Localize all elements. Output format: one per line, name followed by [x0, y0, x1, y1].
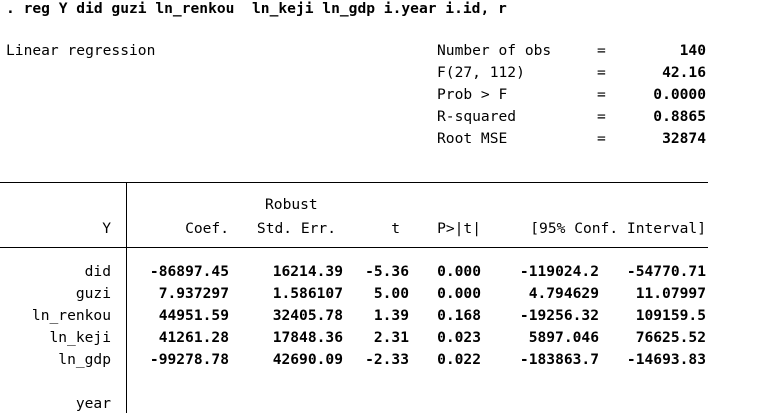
header-rule [0, 247, 708, 248]
se-cell: 42690.09 [272, 351, 343, 368]
stat-equals: = [597, 130, 606, 147]
ci-low-cell: -183863.7 [519, 351, 599, 368]
stat-label: Prob > F [437, 86, 508, 103]
coef-cell: 41261.28 [158, 329, 229, 346]
var-name: ln_renkou [31, 307, 111, 324]
coef-cell: 7.937297 [158, 285, 229, 302]
table-divider [126, 182, 127, 413]
command-line: . reg Y did guzi ln_renkou ln_keji ln_gd… [6, 0, 507, 17]
se-header: Std. Err. [256, 220, 336, 237]
var-name: guzi [75, 285, 111, 302]
stat-value: 140 [679, 42, 706, 59]
coef-cell: -99278.78 [149, 351, 229, 368]
stat-value: 0.0000 [653, 86, 706, 103]
ci-high-cell: 76625.52 [635, 329, 706, 346]
se-cell: 1.586107 [272, 285, 343, 302]
ci-low-cell: -19256.32 [519, 307, 599, 324]
depvar-header: Y [102, 220, 111, 237]
se-cell: 32405.78 [272, 307, 343, 324]
p-header: P>|t| [437, 220, 481, 237]
t-cell: 5.00 [373, 285, 409, 302]
stat-value: 0.8865 [653, 108, 706, 125]
stat-equals: = [597, 108, 606, 125]
stat-equals: = [597, 86, 606, 103]
ci-header: [95% Conf. Interval] [530, 220, 706, 237]
ci-low-cell: -119024.2 [519, 263, 599, 280]
ci-high-cell: 11.07997 [635, 285, 706, 302]
ci-high-cell: 109159.5 [635, 307, 706, 324]
p-cell: 0.000 [437, 263, 481, 280]
se-cell: 16214.39 [272, 263, 343, 280]
stat-label: R-squared [437, 108, 517, 125]
p-cell: 0.022 [437, 351, 481, 368]
var-name: ln_keji [49, 329, 111, 346]
p-cell: 0.023 [437, 329, 481, 346]
stat-label: Number of obs [437, 42, 552, 59]
model-title: Linear regression [6, 42, 156, 59]
var-name: year [75, 395, 111, 412]
ci-low-cell: 5897.046 [528, 329, 599, 346]
robust-label: Robust [265, 196, 318, 213]
stat-equals: = [597, 64, 606, 81]
stat-value: 32874 [662, 130, 706, 147]
stat-value: 42.16 [662, 64, 706, 81]
t-header: t [391, 220, 400, 237]
ci-low-cell: 4.794629 [528, 285, 599, 302]
se-cell: 17848.36 [272, 329, 343, 346]
coef-header: Coef. [185, 220, 229, 237]
ci-high-cell: -54770.71 [626, 263, 706, 280]
coef-cell: -86897.45 [149, 263, 229, 280]
var-name: did [84, 263, 111, 280]
stat-label: F(27, 112) [437, 64, 525, 81]
t-cell: 2.31 [373, 329, 409, 346]
stat-label: Root MSE [437, 130, 508, 147]
table-top-rule [0, 182, 708, 183]
p-cell: 0.168 [437, 307, 481, 324]
t-cell: 1.39 [373, 307, 409, 324]
t-cell: -2.33 [365, 351, 409, 368]
coef-cell: 44951.59 [158, 307, 229, 324]
var-name: ln_gdp [58, 351, 111, 368]
ci-high-cell: -14693.83 [626, 351, 706, 368]
p-cell: 0.000 [437, 285, 481, 302]
stat-equals: = [597, 42, 606, 59]
t-cell: -5.36 [365, 263, 409, 280]
